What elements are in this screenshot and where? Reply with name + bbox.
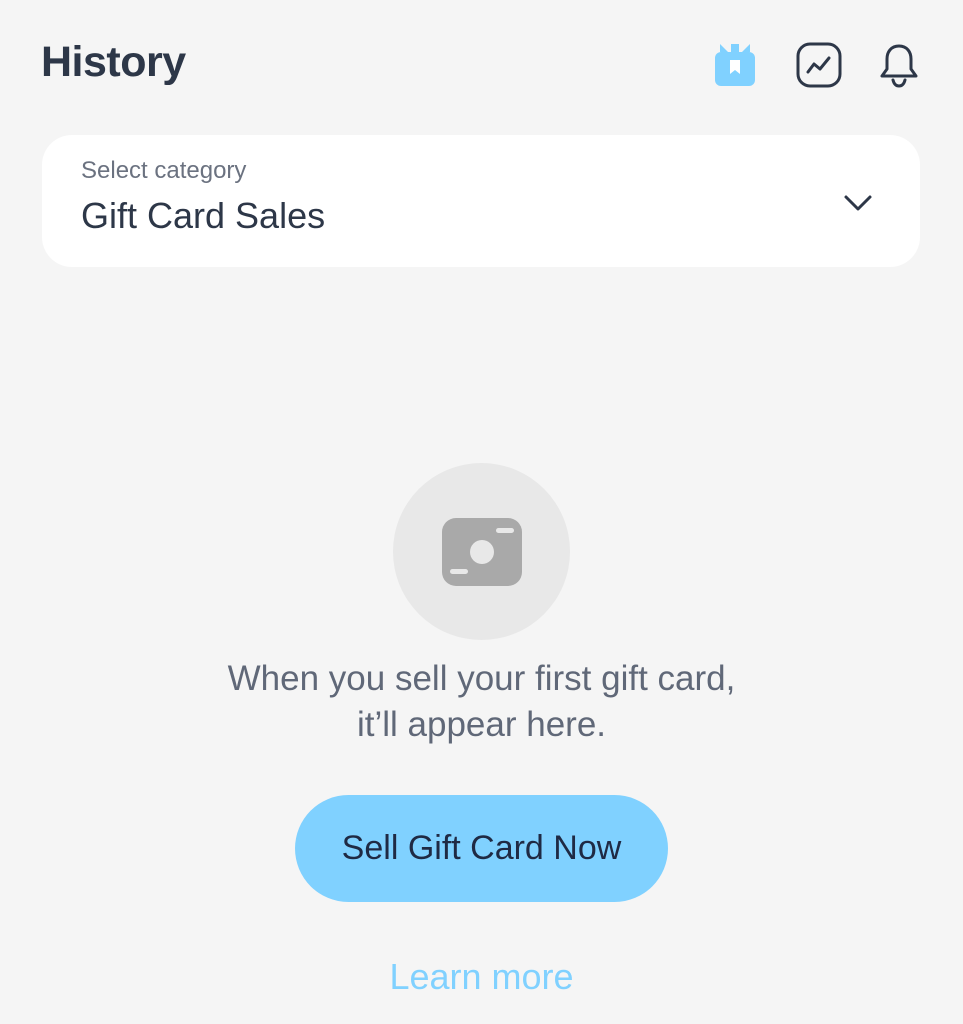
page-title: History — [41, 38, 186, 86]
select-value: Gift Card Sales — [81, 195, 326, 236]
learn-more-link[interactable]: Learn more — [0, 956, 963, 998]
chevron-down-icon — [844, 195, 872, 211]
empty-state-line2: it’ll appear here. — [356, 705, 607, 744]
select-label: Select category — [81, 157, 247, 184]
card-photo-icon — [441, 517, 522, 586]
chart-icon[interactable] — [794, 40, 844, 90]
gift-icon[interactable] — [710, 40, 760, 90]
category-select[interactable]: Select category Gift Card Sales — [42, 135, 920, 267]
top-header: History — [0, 0, 963, 130]
sell-gift-card-button[interactable]: Sell Gift Card Now — [295, 795, 668, 902]
empty-state-line1: When you sell your first gift card, — [227, 659, 736, 698]
empty-state-icon-circle — [393, 463, 570, 640]
empty-state-message: When you sell your first gift card, it’l… — [0, 656, 963, 748]
bell-icon[interactable] — [874, 40, 924, 90]
